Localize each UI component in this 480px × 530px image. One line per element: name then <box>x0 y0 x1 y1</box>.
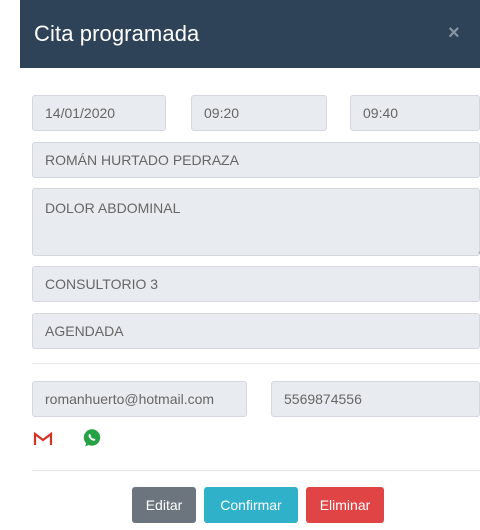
confirm-button[interactable]: Confirmar <box>204 487 298 523</box>
office-field[interactable]: CONSULTORIO 3 <box>32 266 480 302</box>
status-field[interactable]: AGENDADA <box>32 313 480 349</box>
appointment-modal: Cita programada <box>20 0 480 530</box>
gmail-icon[interactable] <box>33 431 53 447</box>
end-time-field[interactable]: 09:40 <box>350 95 480 131</box>
phone-value: 5569874556 <box>284 391 362 407</box>
phone-field[interactable]: 5569874556 <box>271 381 480 417</box>
office-value: CONSULTORIO 3 <box>45 276 159 292</box>
date-value: 14/01/2020 <box>45 105 116 121</box>
whatsapp-icon[interactable] <box>82 428 102 448</box>
email-value: romanhuerto@hotmail.com <box>45 391 215 407</box>
patient-field[interactable]: ROMÁN HURTADO PEDRAZA <box>32 142 480 178</box>
reason-value: DOLOR ABDOMINAL <box>45 200 181 216</box>
edit-button[interactable]: Editar <box>132 487 196 523</box>
reason-textarea[interactable]: DOLOR ABDOMINAL <box>32 188 480 256</box>
divider <box>32 363 480 364</box>
start-time-field[interactable]: 09:20 <box>191 95 327 131</box>
modal-title: Cita programada <box>34 21 200 46</box>
date-field[interactable]: 14/01/2020 <box>32 95 166 131</box>
email-field[interactable]: romanhuerto@hotmail.com <box>32 381 247 417</box>
modal-header: Cita programada <box>20 0 480 68</box>
end-time-value: 09:40 <box>363 105 399 121</box>
patient-value: ROMÁN HURTADO PEDRAZA <box>45 152 239 168</box>
start-time-value: 09:20 <box>204 105 240 121</box>
footer-divider <box>32 470 480 471</box>
delete-button[interactable]: Eliminar <box>306 487 384 523</box>
close-button[interactable]: × <box>448 22 460 44</box>
resize-grip-icon[interactable] <box>472 241 480 254</box>
status-value: AGENDADA <box>45 323 124 339</box>
